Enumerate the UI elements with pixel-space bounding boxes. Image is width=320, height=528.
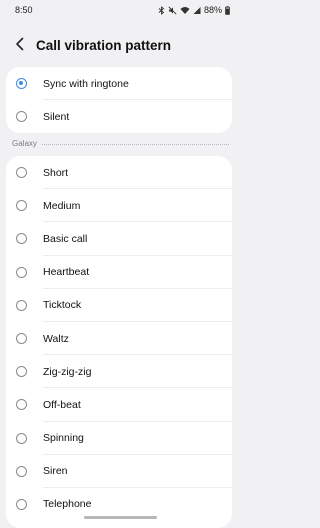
galaxy-options-card: Short Medium Basic call Heartbeat Tickto… [6, 156, 232, 528]
option-label: Spinning [43, 432, 84, 445]
option-spinning[interactable]: Spinning [6, 422, 232, 455]
radio-icon[interactable] [16, 498, 27, 510]
option-label: Off-beat [43, 398, 81, 411]
option-label: Ticktock [43, 299, 82, 312]
option-label: Siren [43, 465, 68, 478]
option-short[interactable]: Short [6, 156, 232, 190]
option-label: Heartbeat [43, 266, 90, 279]
option-waltz[interactable]: Waltz [6, 322, 232, 356]
bluetooth-icon [158, 5, 165, 15]
option-label: Sync with ringtone [43, 77, 129, 90]
status-icons: 88% [158, 5, 230, 15]
back-button[interactable] [10, 36, 30, 56]
page-title: Call vibration pattern [36, 38, 172, 53]
status-bar: 8:50 88% [0, 0, 241, 20]
option-siren[interactable]: Siren [6, 455, 232, 488]
radio-icon[interactable] [16, 399, 27, 411]
option-label: Telephone [43, 498, 92, 511]
section-label: Galaxy [12, 139, 37, 148]
battery-percent: 88% [203, 5, 222, 15]
radio-icon[interactable] [16, 167, 27, 179]
radio-icon[interactable] [16, 111, 27, 123]
radio-icon[interactable] [16, 266, 27, 278]
radio-selected-icon[interactable] [16, 78, 27, 90]
radio-icon[interactable] [16, 299, 27, 311]
option-basic-call[interactable]: Basic call [6, 222, 232, 256]
radio-icon[interactable] [16, 366, 27, 378]
back-arrow-icon [14, 37, 26, 56]
option-label: Waltz [43, 332, 69, 345]
option-label: Zig-zig-zig [43, 365, 92, 378]
radio-icon[interactable] [16, 200, 27, 212]
radio-icon[interactable] [16, 333, 27, 345]
radio-icon[interactable] [16, 432, 27, 444]
radio-icon[interactable] [16, 465, 27, 477]
mute-icon [168, 5, 177, 15]
option-label: Short [43, 166, 69, 179]
section-header-galaxy: Galaxy [0, 136, 241, 152]
wifi-icon [180, 6, 190, 15]
top-options-card: Sync with ringtone Silent [6, 67, 232, 133]
status-time: 8:50 [15, 5, 33, 15]
option-sync-with-ringtone[interactable]: Sync with ringtone [6, 67, 232, 101]
battery-icon [225, 5, 230, 15]
option-heartbeat[interactable]: Heartbeat [6, 256, 232, 289]
app-header: Call vibration pattern [0, 30, 241, 64]
option-label: Basic call [43, 232, 88, 245]
option-silent[interactable]: Silent [6, 100, 232, 133]
gesture-nav-handle[interactable] [84, 516, 157, 519]
option-label: Medium [43, 199, 81, 212]
option-label: Silent [43, 110, 70, 123]
option-ticktock[interactable]: Ticktock [6, 289, 232, 322]
signal-icon [193, 6, 201, 15]
option-medium[interactable]: Medium [6, 189, 232, 223]
option-off-beat[interactable]: Off-beat [6, 388, 232, 422]
option-zig-zig-zig[interactable]: Zig-zig-zig [6, 355, 232, 389]
section-divider [42, 144, 229, 145]
radio-icon[interactable] [16, 233, 27, 245]
